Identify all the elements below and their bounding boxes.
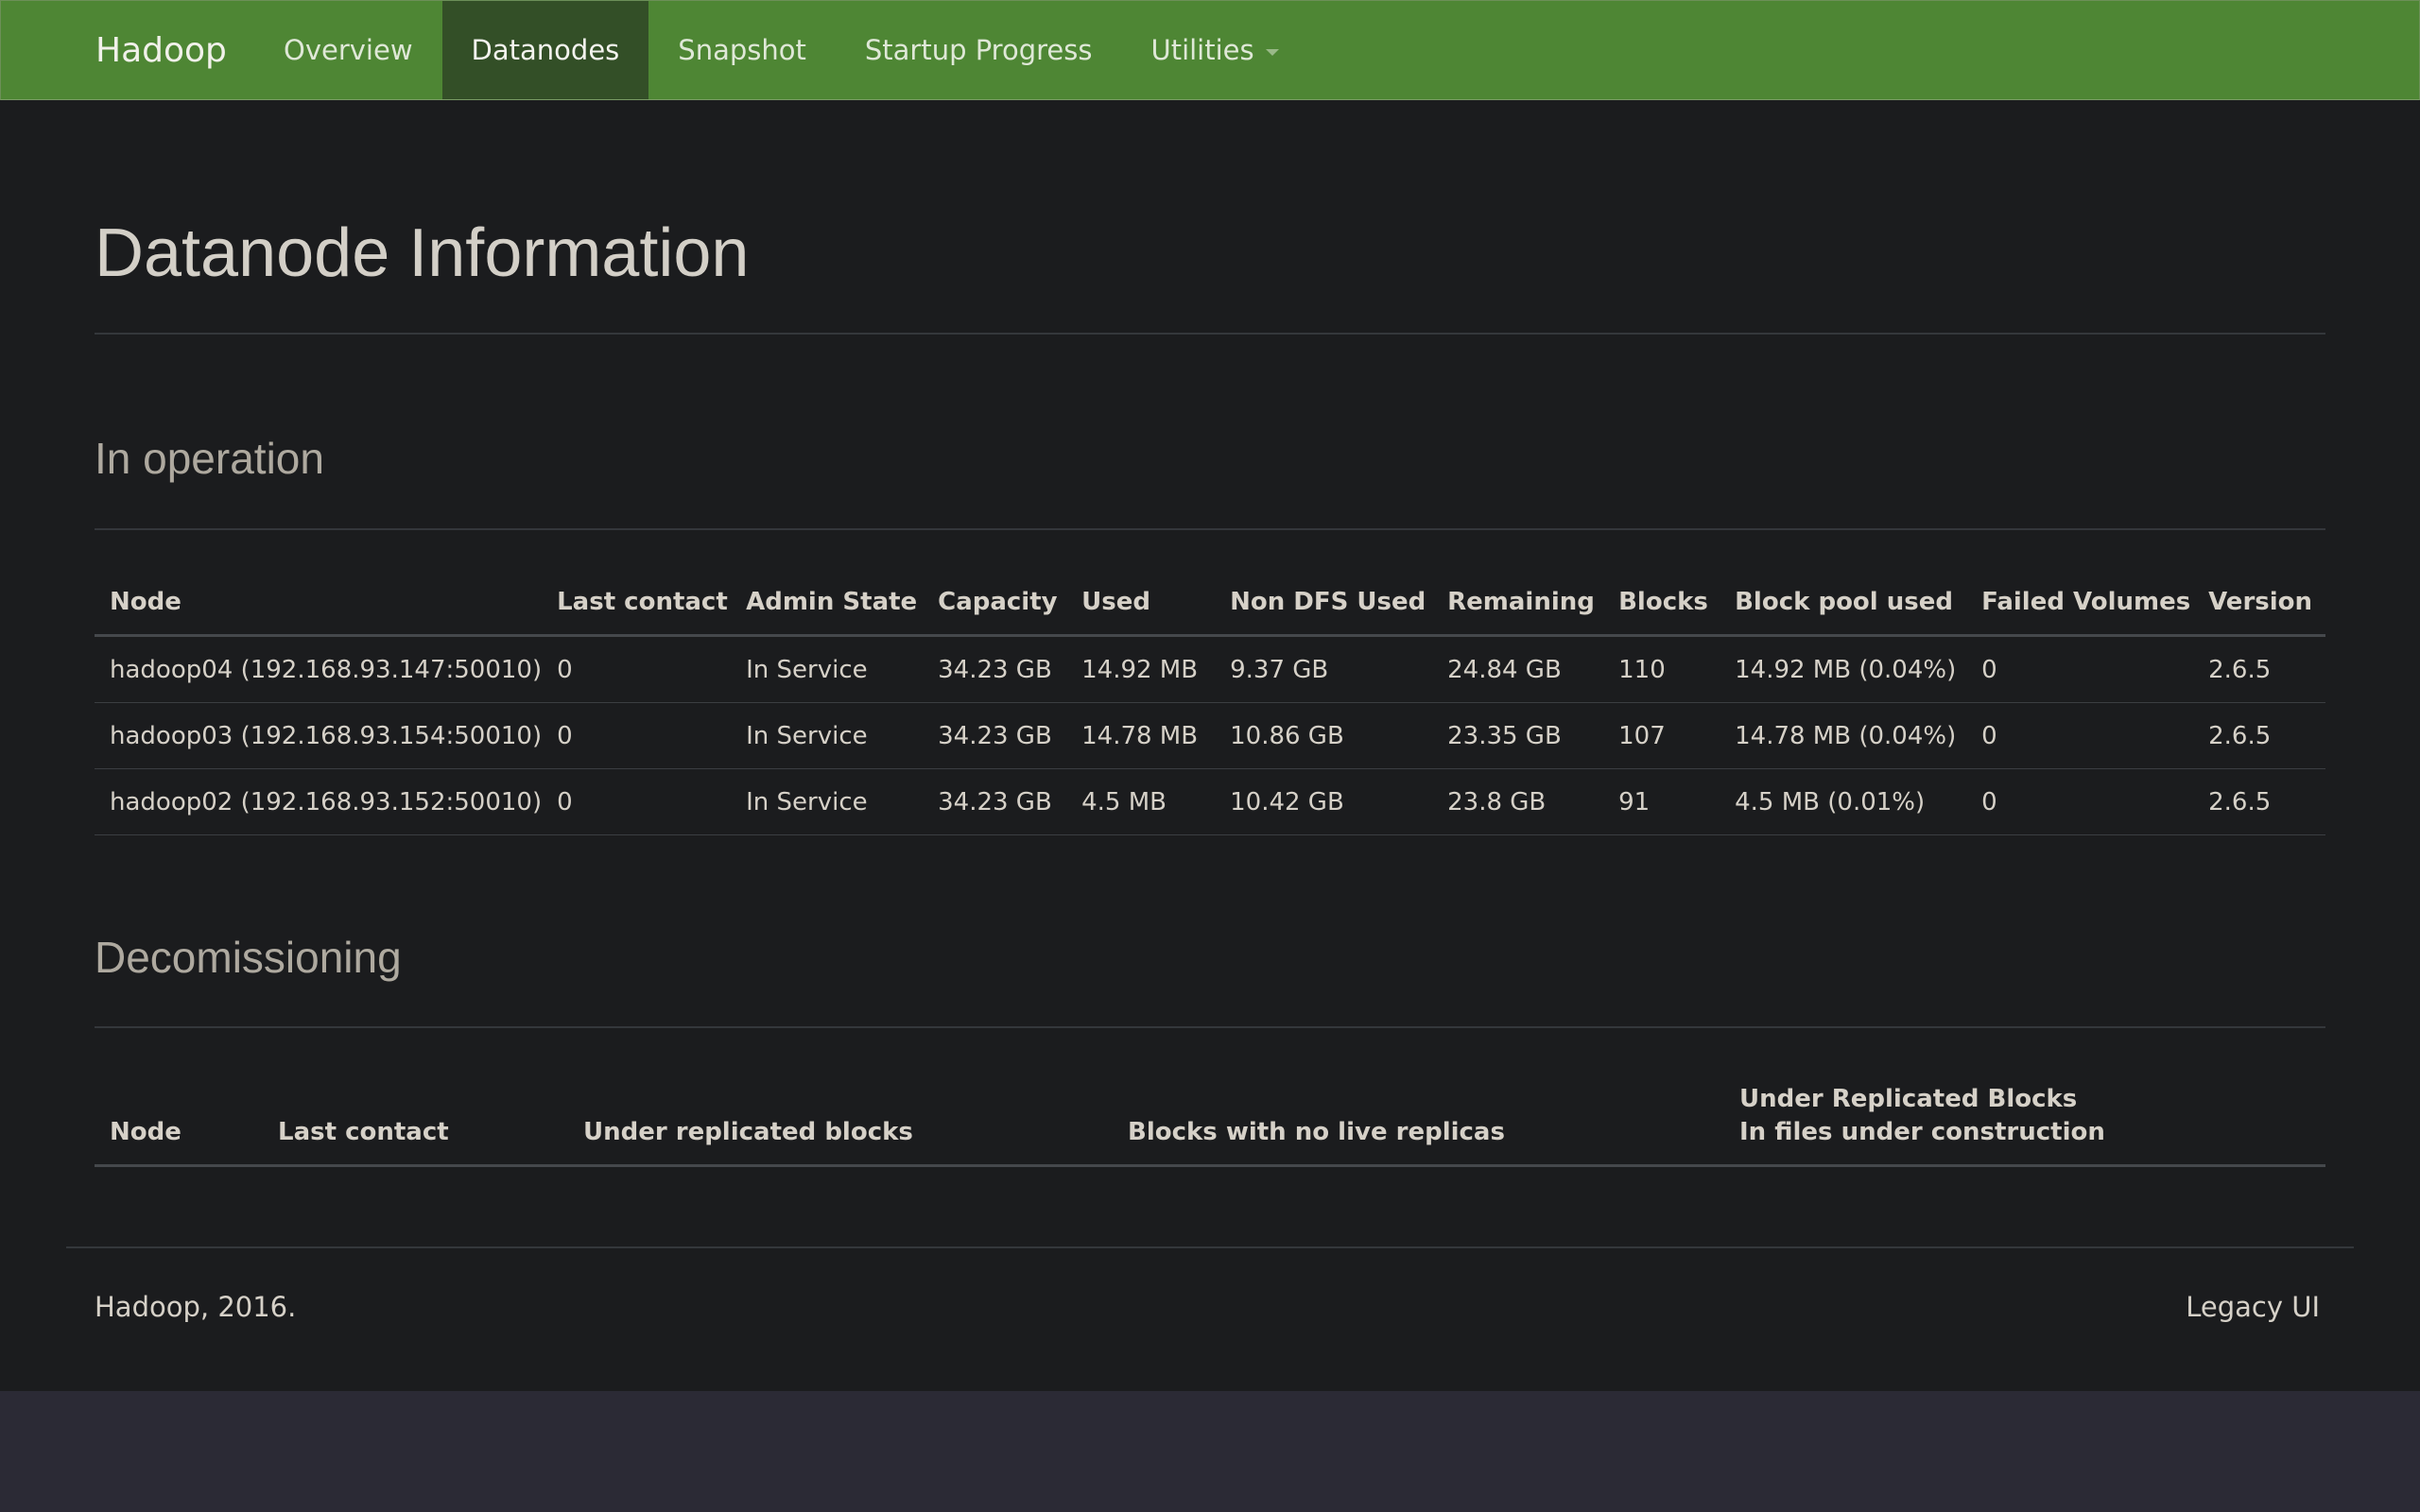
col-header-version[interactable]: Version bbox=[2193, 586, 2325, 638]
nav-snapshot[interactable]: Snapshot bbox=[648, 1, 836, 99]
col-header-blocks[interactable]: Blocks bbox=[1603, 586, 1720, 638]
cell-last-contact: 0 bbox=[542, 635, 732, 704]
cell-non-dfs-used: 10.42 GB bbox=[1215, 768, 1433, 836]
nav-overview[interactable]: Overview bbox=[254, 1, 442, 99]
nav-utilities-label: Utilities bbox=[1150, 34, 1254, 66]
cell-block-pool-used: 14.92 MB (0.04%) bbox=[1720, 635, 1967, 704]
cell-non-dfs-used: 9.37 GB bbox=[1215, 635, 1433, 704]
cell-last-contact: 0 bbox=[542, 768, 732, 836]
cell-capacity: 34.23 GB bbox=[923, 635, 1067, 704]
footer-divider bbox=[66, 1246, 2354, 1248]
cell-remaining: 23.8 GB bbox=[1432, 768, 1604, 836]
cell-failed-volumes: 0 bbox=[1966, 768, 2194, 836]
col-header-under-replicated-blocks[interactable]: Under replicated blocks bbox=[568, 1083, 1113, 1168]
col-header-block-pool-used[interactable]: Block pool used bbox=[1720, 586, 1967, 638]
cell-node: hadoop03 (192.168.93.154:50010) bbox=[95, 702, 543, 770]
cell-version: 2.6.5 bbox=[2193, 635, 2325, 704]
col-header-last-contact[interactable]: Last contact bbox=[263, 1083, 568, 1168]
table-header-row: Node Last contact Under replicated block… bbox=[95, 1083, 2325, 1168]
cell-failed-volumes: 0 bbox=[1966, 635, 2194, 704]
col-header-node[interactable]: Node bbox=[95, 586, 543, 638]
cell-used: 14.78 MB bbox=[1066, 702, 1216, 770]
table-row: hadoop02 (192.168.93.152:50010) 0 In Ser… bbox=[95, 768, 2325, 836]
decommissioning-divider bbox=[95, 1026, 2325, 1028]
col-header-line: Under Replicated Blocks bbox=[1739, 1085, 2078, 1113]
legacy-ui-link[interactable]: Legacy UI bbox=[2186, 1291, 2320, 1323]
decommissioning-table: Node Last contact Under replicated block… bbox=[95, 1083, 2325, 1168]
table-header-row: Node Last contact Admin State Capacity U… bbox=[95, 586, 2325, 638]
col-header-admin-state[interactable]: Admin State bbox=[731, 586, 924, 638]
cell-admin-state: In Service bbox=[731, 635, 924, 704]
cell-admin-state: In Service bbox=[731, 768, 924, 836]
in-operation-divider bbox=[95, 528, 2325, 530]
col-header-node[interactable]: Node bbox=[95, 1083, 263, 1168]
chevron-down-icon bbox=[1265, 48, 1279, 56]
col-header-last-contact[interactable]: Last contact bbox=[542, 586, 732, 638]
col-header-blocks-no-live-replicas[interactable]: Blocks with no live replicas bbox=[1113, 1083, 1724, 1168]
cell-non-dfs-used: 10.86 GB bbox=[1215, 702, 1433, 770]
cell-last-contact: 0 bbox=[542, 702, 732, 770]
col-header-failed-volumes[interactable]: Failed Volumes bbox=[1966, 586, 2194, 638]
cell-blocks: 91 bbox=[1603, 768, 1720, 836]
decommissioning-heading: Decomissioning bbox=[95, 933, 402, 982]
cell-failed-volumes: 0 bbox=[1966, 702, 2194, 770]
page-body: Hadoop Overview Datanodes Snapshot Start… bbox=[0, 0, 2420, 1391]
footer-copyright: Hadoop, 2016. bbox=[95, 1291, 297, 1323]
col-header-non-dfs-used[interactable]: Non DFS Used bbox=[1215, 586, 1433, 638]
cell-blocks: 107 bbox=[1603, 702, 1720, 770]
cell-admin-state: In Service bbox=[731, 702, 924, 770]
cell-block-pool-used: 4.5 MB (0.01%) bbox=[1720, 768, 1967, 836]
cell-version: 2.6.5 bbox=[2193, 702, 2325, 770]
cell-capacity: 34.23 GB bbox=[923, 768, 1067, 836]
col-header-capacity[interactable]: Capacity bbox=[923, 586, 1067, 638]
cell-capacity: 34.23 GB bbox=[923, 702, 1067, 770]
nav-datanodes[interactable]: Datanodes bbox=[441, 1, 649, 99]
cell-used: 4.5 MB bbox=[1066, 768, 1216, 836]
page-title: Datanode Information bbox=[95, 215, 750, 291]
in-operation-heading: In operation bbox=[95, 434, 324, 483]
cell-blocks: 110 bbox=[1603, 635, 1720, 704]
cell-node: hadoop04 (192.168.93.147:50010) bbox=[95, 635, 543, 704]
cell-version: 2.6.5 bbox=[2193, 768, 2325, 836]
in-operation-table: Node Last contact Admin State Capacity U… bbox=[95, 586, 2325, 836]
cell-remaining: 24.84 GB bbox=[1432, 635, 1604, 704]
cell-block-pool-used: 14.78 MB (0.04%) bbox=[1720, 702, 1967, 770]
table-row: hadoop04 (192.168.93.147:50010) 0 In Ser… bbox=[95, 635, 2325, 704]
cell-node: hadoop02 (192.168.93.152:50010) bbox=[95, 768, 543, 836]
top-navbar: Hadoop Overview Datanodes Snapshot Start… bbox=[0, 0, 2420, 100]
col-header-line: In files under construction bbox=[1739, 1118, 2105, 1147]
col-header-remaining[interactable]: Remaining bbox=[1432, 586, 1604, 638]
col-header-used[interactable]: Used bbox=[1066, 586, 1216, 638]
table-row: hadoop03 (192.168.93.154:50010) 0 In Ser… bbox=[95, 702, 2325, 770]
cell-used: 14.92 MB bbox=[1066, 635, 1216, 704]
nav-utilities-dropdown[interactable]: Utilities bbox=[1121, 1, 1307, 99]
brand-link[interactable]: Hadoop bbox=[95, 1, 254, 99]
nav-startup-progress[interactable]: Startup Progress bbox=[836, 1, 1122, 99]
cell-remaining: 23.35 GB bbox=[1432, 702, 1604, 770]
col-header-under-replicated-in-construction[interactable]: Under Replicated Blocks In files under c… bbox=[1724, 1083, 2325, 1168]
title-divider bbox=[95, 333, 2325, 335]
